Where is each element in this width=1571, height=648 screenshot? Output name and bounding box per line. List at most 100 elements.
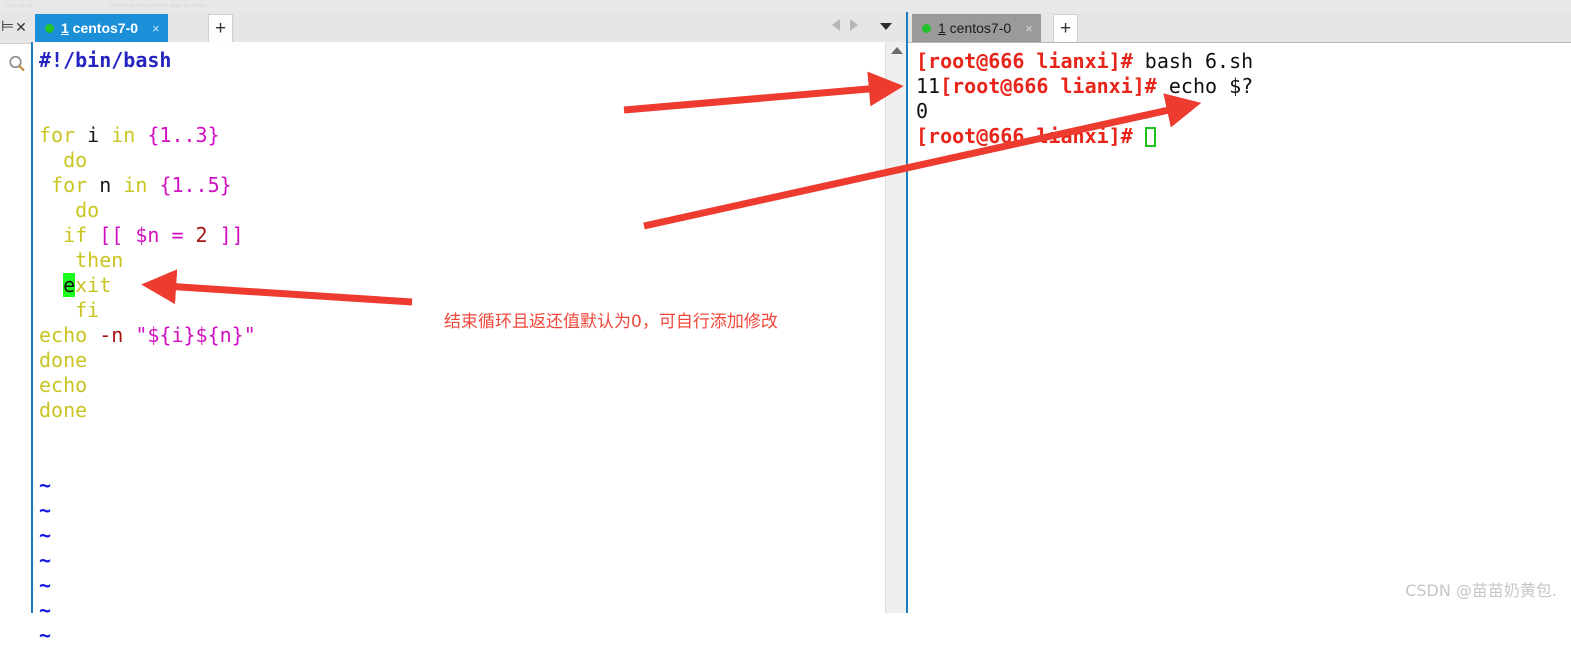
chevron-down-icon[interactable] bbox=[880, 23, 892, 30]
editor-tab-label: 1 centos7-0 bbox=[61, 20, 138, 36]
code-line: ~ bbox=[39, 573, 878, 598]
code-token: fi bbox=[39, 298, 100, 322]
editor-vertical-scrollbar[interactable] bbox=[885, 42, 908, 613]
code-line: echo bbox=[39, 373, 878, 398]
code-token: in bbox=[123, 173, 160, 197]
code-line: 0 bbox=[916, 99, 928, 124]
code-token: n bbox=[99, 173, 124, 197]
code-token: ~ bbox=[39, 623, 52, 647]
code-token: i bbox=[87, 123, 112, 147]
code-token: echo bbox=[39, 323, 100, 347]
code-line: ~ bbox=[39, 598, 878, 623]
code-line: ~ bbox=[39, 498, 878, 523]
code-token: [[ $n = bbox=[99, 223, 196, 247]
code-token: ~ bbox=[39, 548, 52, 572]
code-token: [root@666 lianxi]# bbox=[916, 49, 1133, 73]
code-token: ~ bbox=[39, 598, 52, 622]
code-token: do bbox=[39, 198, 100, 222]
code-line: if [[ $n = 2 ]] bbox=[39, 223, 878, 248]
code-line: ~ bbox=[39, 523, 878, 548]
window-chrome-strip: ▫ ▫▫ ▫▫ ▫▫ ▫▫▫▫▫▫ ▫▫ ▫▫▫ ▫▫▫▫▫▫▫ ▫▫▫▫ ▫▫… bbox=[0, 0, 1571, 12]
code-line: #!/bin/bash bbox=[39, 48, 878, 73]
code-token: ~ bbox=[39, 473, 52, 497]
left-rail-header: ⊨ ✕ bbox=[0, 12, 31, 44]
terminal-tab-centos7-0[interactable]: 1 centos7-0 × bbox=[912, 14, 1041, 42]
code-token: then bbox=[39, 248, 124, 272]
search-icon[interactable] bbox=[7, 54, 27, 74]
code-token: ~ bbox=[39, 523, 52, 547]
chrome-ghost-text-2: ▫▫▫▫▫▫ ▫▫ ▫▫▫ ▫▫▫▫▫▫▫ ▫▫▫▫ ▫▫ ▫▫▫▫▫ bbox=[110, 1, 206, 10]
code-token: e bbox=[63, 273, 76, 297]
app-window: ▫ ▫▫ ▫▫ ▫▫ ▫▫▫▫▫▫ ▫▫ ▫▫▫ ▫▫▫▫▫▫▫ ▫▫▫▫ ▫▫… bbox=[0, 0, 1571, 647]
code-line: ~ bbox=[39, 473, 878, 498]
code-line: done bbox=[39, 348, 878, 373]
connection-status-dot bbox=[922, 23, 931, 33]
editor-tabbar: 1 centos7-0 × + bbox=[31, 12, 908, 44]
code-line: do bbox=[39, 198, 878, 223]
terminal-output[interactable]: [root@666 lianxi]# bash 6.sh 11[root@666 … bbox=[908, 43, 1571, 613]
code-line: ~ bbox=[39, 548, 878, 573]
terminal-tab-close-icon[interactable]: × bbox=[1025, 22, 1033, 35]
code-line: 11[root@666 lianxi]# echo $? bbox=[916, 74, 1253, 99]
code-token: [root@666 lianxi]# bbox=[940, 74, 1157, 98]
code-line: [root@666 lianxi]# bash 6.sh bbox=[916, 49, 1253, 74]
code-token: #!/bin/bash bbox=[39, 48, 172, 72]
terminal-tabbar: 1 centos7-0 × + bbox=[908, 12, 1571, 43]
terminal-tab-number: 1 bbox=[938, 20, 946, 36]
chrome-ghost-text-1: ▫ ▫▫ ▫▫ ▫▫ bbox=[6, 1, 33, 10]
code-token: {1..3} bbox=[147, 123, 220, 147]
code-line: then bbox=[39, 248, 878, 273]
code-line: done bbox=[39, 398, 878, 423]
code-token: -n bbox=[99, 323, 136, 347]
terminal-new-tab-button[interactable]: + bbox=[1053, 14, 1078, 42]
code-token bbox=[1144, 127, 1156, 147]
editor-tab-number: 1 bbox=[61, 20, 69, 36]
chevron-right-icon[interactable] bbox=[850, 19, 858, 31]
editor-tab-centos7-0[interactable]: 1 centos7-0 × bbox=[35, 14, 168, 42]
code-token: ~ bbox=[39, 573, 52, 597]
annotation-note: 结束循环且返还值默认为0，可自行添加修改 bbox=[444, 312, 778, 332]
code-token: for bbox=[39, 173, 100, 197]
chevron-left-icon[interactable] bbox=[832, 19, 840, 31]
code-line: for n in {1..5} bbox=[39, 173, 878, 198]
code-token: 2 bbox=[195, 223, 208, 247]
code-token: done bbox=[39, 348, 88, 372]
code-token: "${i}${n}" bbox=[135, 323, 256, 347]
editor-new-tab-button[interactable]: + bbox=[208, 14, 233, 42]
code-token: if bbox=[39, 223, 100, 247]
code-line: for i in {1..3} bbox=[39, 123, 878, 148]
editor-tab-close-icon[interactable]: × bbox=[152, 22, 160, 35]
terminal-tab-label: 1 centos7-0 bbox=[938, 20, 1011, 36]
editor-tab-nav bbox=[832, 19, 858, 31]
code-token: echo $? bbox=[1156, 74, 1254, 98]
code-token: done bbox=[39, 398, 88, 422]
code-line: do bbox=[39, 148, 878, 173]
code-line: exit bbox=[39, 273, 878, 298]
code-token: xit bbox=[75, 273, 112, 297]
code-token: bash 6.sh bbox=[1132, 49, 1254, 73]
scroll-up-arrow-icon[interactable] bbox=[891, 47, 903, 54]
watermark: CSDN @苗苗奶黄包. bbox=[1405, 581, 1557, 600]
connection-status-dot bbox=[45, 23, 54, 33]
code-token: do bbox=[39, 148, 88, 172]
code-line: ~ bbox=[39, 623, 878, 648]
code-line: [root@666 lianxi]# bbox=[916, 124, 1156, 149]
code-token: ]] bbox=[207, 223, 244, 247]
terminal-tab-name: centos7-0 bbox=[945, 20, 1012, 36]
code-token: echo bbox=[39, 373, 88, 397]
close-icon[interactable]: ✕ bbox=[13, 18, 29, 36]
code-token: [root@666 lianxi]# bbox=[916, 124, 1133, 148]
code-token: in bbox=[111, 123, 148, 147]
editor-tab-name: centos7-0 bbox=[68, 20, 139, 36]
pin-icon[interactable]: ⊨ bbox=[1, 18, 14, 36]
code-token: 0 bbox=[916, 99, 929, 123]
code-token: {1..5} bbox=[159, 173, 232, 197]
code-content: #!/bin/bash for i in {1..3} do for n in {… bbox=[39, 48, 878, 648]
left-rail: ⊨ ✕ bbox=[0, 12, 32, 613]
